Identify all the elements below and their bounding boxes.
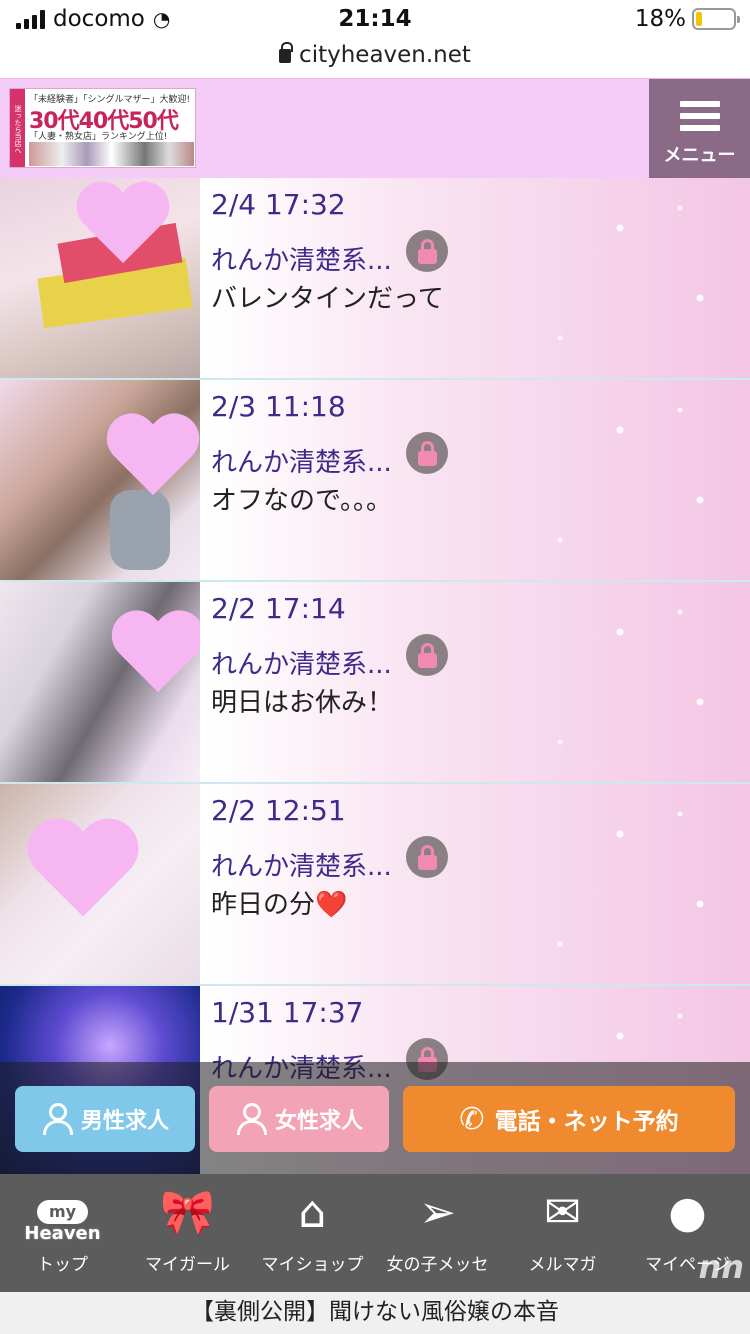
- post-author: れんか清楚系...: [211, 246, 392, 276]
- watermark-logo: nn: [698, 1248, 744, 1286]
- diary-list: 2/4 17:32 れんか清楚系... バレンタインだって 2/3 11:18 …: [0, 178, 750, 1188]
- menu-button[interactable]: メニュー: [649, 79, 750, 179]
- reserve-button[interactable]: ✆ 電話・ネット予約: [403, 1086, 735, 1152]
- post-thumbnail[interactable]: [0, 784, 200, 984]
- list-item[interactable]: 2/4 17:32 れんか清楚系... バレンタインだって: [0, 178, 750, 380]
- post-title: オフなので。。。: [211, 486, 392, 516]
- post-date: 2/4 17:32: [211, 188, 346, 221]
- ribbon-icon: 🎀: [160, 1187, 215, 1238]
- unlock-icon: [406, 432, 448, 474]
- battery-status: 18%: [634, 6, 740, 32]
- female-recruit-button[interactable]: 女性求人: [209, 1086, 389, 1152]
- tab-label: メルマガ: [528, 1255, 597, 1275]
- menu-label: メニュー: [663, 145, 736, 166]
- post-title: バレンタインだって: [211, 284, 444, 314]
- hamburger-icon: [680, 101, 720, 137]
- reserve-label: 電話・ネット予約: [494, 1109, 679, 1135]
- action-bar: 男性求人 女性求人 ✆ 電話・ネット予約: [0, 1062, 750, 1174]
- post-date: 1/31 17:37: [211, 996, 364, 1029]
- url-bar[interactable]: cityheaven.net: [0, 42, 750, 78]
- lock-icon: [279, 42, 294, 63]
- unlock-icon: [406, 634, 448, 676]
- tab-top[interactable]: my Heaven トップ: [0, 1174, 125, 1292]
- female-recruit-label: 女性求人: [274, 1109, 363, 1134]
- paper-plane-icon: ➢: [419, 1186, 456, 1238]
- bottom-nav: my Heaven トップ 🎀 マイガール ⌂ マイショップ ➢ 女の子メッセ …: [0, 1174, 750, 1292]
- post-author: れんか清楚系...: [211, 852, 392, 882]
- phone-icon: ✆: [459, 1101, 485, 1137]
- post-author: れんか清楚系...: [211, 650, 392, 680]
- heart-sticker: [31, 820, 134, 923]
- post-date: 2/2 12:51: [211, 794, 346, 827]
- banner-line3: 「人妻・熟女店」ランキング上位!: [29, 132, 168, 142]
- post-title: 明日はお休み！: [211, 688, 394, 718]
- tab-label: マイガール: [145, 1255, 230, 1275]
- post-date: 2/2 17:14: [211, 592, 346, 625]
- tab-label: トップ: [37, 1255, 88, 1275]
- male-recruit-label: 男性求人: [80, 1109, 169, 1134]
- myheaven-logo-top: my: [36, 1200, 89, 1224]
- list-item[interactable]: 2/2 17:14 れんか清楚系... 明日はお休み！: [0, 582, 750, 784]
- status-bar: docomo ◔ 21:14 18%: [0, 0, 750, 42]
- male-recruit-button[interactable]: 男性求人: [15, 1086, 195, 1152]
- shop-icon: ⌂: [298, 1186, 327, 1238]
- heart-sticker: [115, 612, 200, 698]
- person-icon: [41, 1103, 73, 1135]
- url-text: cityheaven.net: [299, 42, 471, 68]
- list-item[interactable]: 2/2 12:51 れんか清楚系... 昨日の分❤️: [0, 784, 750, 986]
- list-item[interactable]: 2/3 11:18 れんか清楚系... オフなので。。。: [0, 380, 750, 582]
- tab-girl-message[interactable]: ➢ 女の子メッセ: [375, 1174, 500, 1292]
- post-thumbnail[interactable]: [0, 582, 200, 782]
- battery-percent: 18%: [634, 6, 686, 32]
- person-icon: [235, 1103, 267, 1135]
- tab-mygirl[interactable]: 🎀 マイガール: [125, 1174, 250, 1292]
- unlock-icon: [406, 836, 448, 878]
- site-header: 迷ったら当店へ 「未経験者」「シングルマザー」大歓迎! 30代40代50代 「人…: [0, 78, 750, 179]
- post-thumbnail[interactable]: [0, 178, 200, 378]
- myheaven-logo-bottom: Heaven: [24, 1223, 101, 1244]
- tab-myshop[interactable]: ⌂ マイショップ: [250, 1174, 375, 1292]
- tab-mailmag[interactable]: ✉ メルマガ: [500, 1174, 625, 1292]
- post-date: 2/3 11:18: [211, 390, 346, 423]
- heart-sticker: [110, 415, 196, 501]
- post-author: れんか清楚系...: [211, 448, 392, 478]
- tab-label: 女の子メッセ: [386, 1255, 489, 1275]
- heart-sticker: [80, 183, 166, 269]
- myheaven-icon: my Heaven: [0, 1174, 125, 1250]
- tab-label: マイショップ: [261, 1255, 364, 1275]
- banner-photos: [29, 142, 194, 166]
- unlock-icon: [406, 230, 448, 272]
- battery-icon: [692, 8, 740, 30]
- user-icon: ●: [668, 1186, 707, 1238]
- mail-icon: ✉: [544, 1186, 581, 1238]
- post-title: 昨日の分❤️: [211, 890, 348, 920]
- banner-side-text: 迷ったら当店へ: [10, 89, 25, 167]
- shop-banner[interactable]: 迷ったら当店へ 「未経験者」「シングルマザー」大歓迎! 30代40代50代 「人…: [9, 88, 196, 168]
- post-thumbnail[interactable]: [0, 380, 200, 580]
- footer-banner[interactable]: 【裏側公開】聞けない風俗嬢の本音: [0, 1292, 750, 1334]
